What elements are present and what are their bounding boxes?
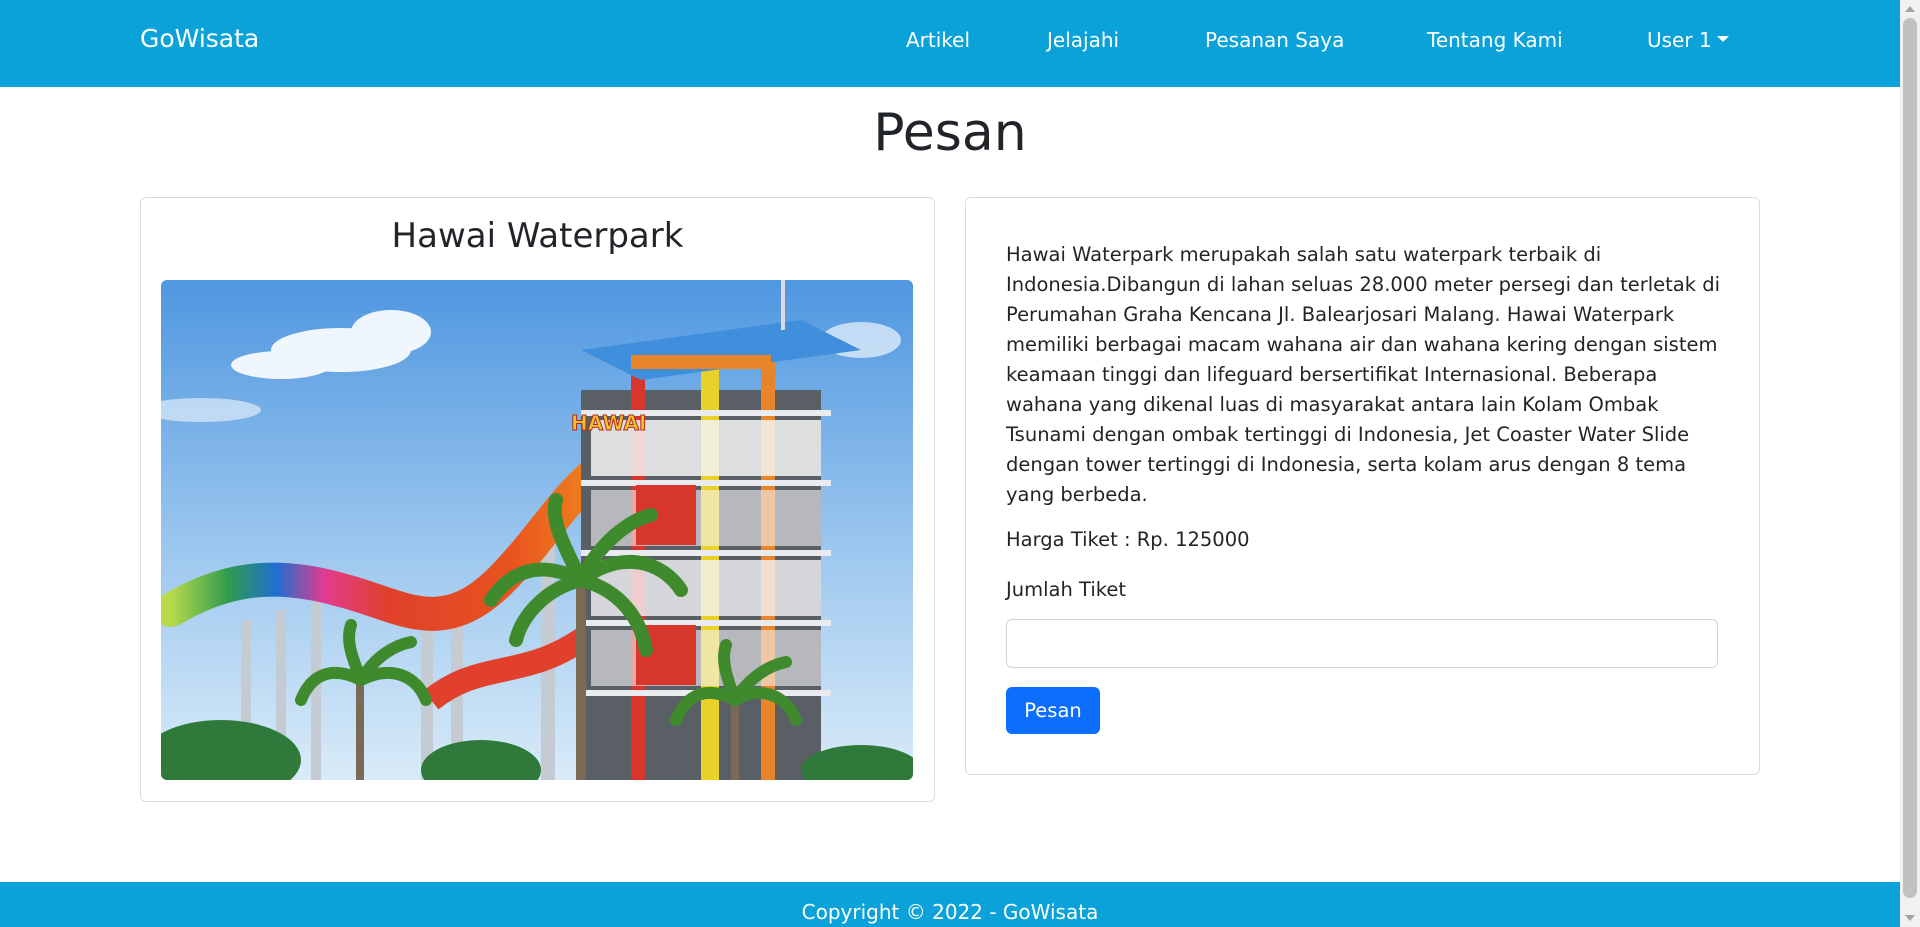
user-menu-label: User 1 <box>1647 28 1712 52</box>
page-scrollbar[interactable] <box>1900 0 1920 927</box>
brand-logo[interactable]: GoWisata <box>140 24 259 53</box>
scrollbar-thumb[interactable] <box>1903 18 1917 898</box>
destination-title: Hawai Waterpark <box>391 216 684 256</box>
footer-copyright: Copyright © 2022 - GoWisata <box>801 900 1099 924</box>
nav-link-artikel[interactable]: Artikel <box>906 28 970 52</box>
destination-card: Hawai Waterpark HAWAI <box>140 197 935 802</box>
scroll-up-arrow-icon[interactable] <box>1905 6 1915 12</box>
caret-down-icon <box>1716 35 1729 42</box>
ticket-price: Harga Tiket : Rp. 125000 <box>1006 528 1250 551</box>
ticket-quantity-input[interactable] <box>1006 619 1718 668</box>
hawai-sign: HAWAI <box>571 411 646 435</box>
user-menu-dropdown[interactable]: User 1 <box>1647 28 1729 52</box>
page-title: Pesan <box>873 103 1027 163</box>
ticket-quantity-label: Jumlah Tiket <box>1006 578 1126 601</box>
scroll-down-arrow-icon[interactable] <box>1905 915 1915 921</box>
booking-card: Hawai Waterpark merupakah salah satu wat… <box>965 197 1760 775</box>
footer: Copyright © 2022 - GoWisata <box>0 882 1900 927</box>
destination-photo: HAWAI <box>161 280 913 780</box>
nav-link-pesanan-saya[interactable]: Pesanan Saya <box>1205 28 1344 52</box>
nav-link-tentang-kami[interactable]: Tentang Kami <box>1427 28 1563 52</box>
order-button[interactable]: Pesan <box>1006 687 1100 734</box>
nav-link-jelajahi[interactable]: Jelajahi <box>1047 28 1119 52</box>
destination-description: Hawai Waterpark merupakah salah satu wat… <box>1006 243 1721 506</box>
navbar: GoWisata Artikel Jelajahi Pesanan Saya T… <box>0 0 1900 87</box>
